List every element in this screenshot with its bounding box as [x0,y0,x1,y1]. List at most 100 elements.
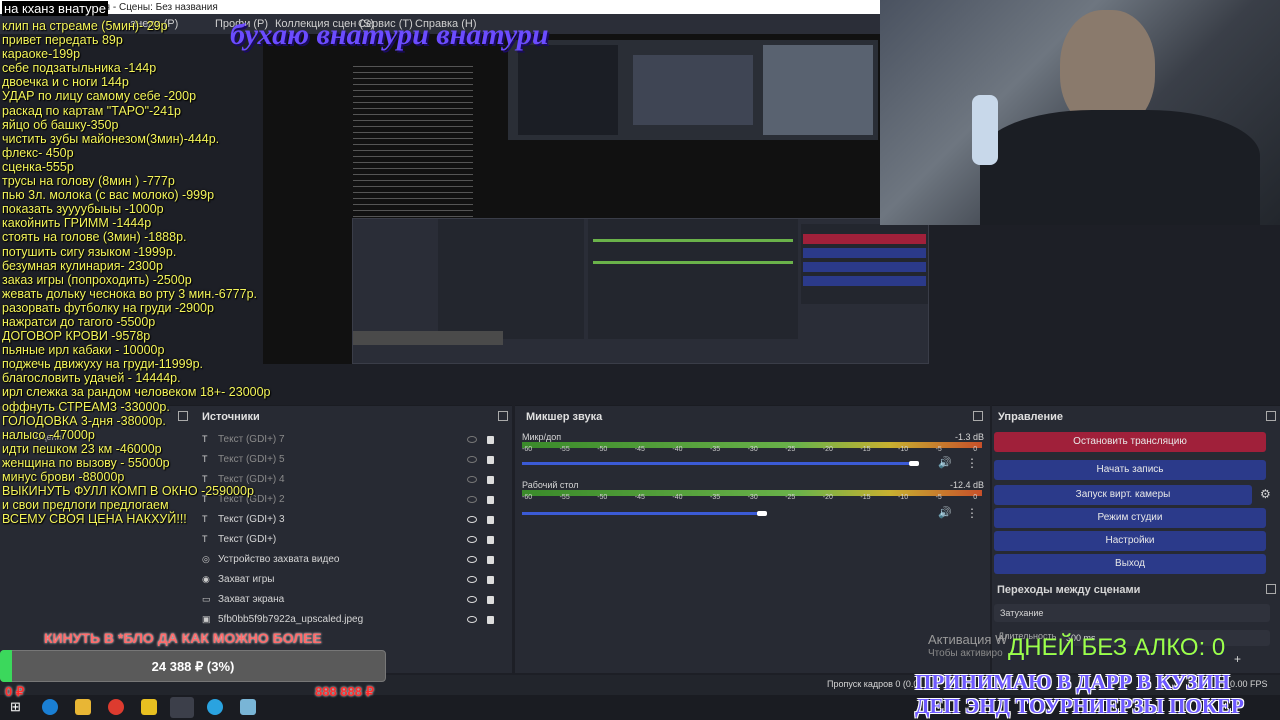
eye-icon[interactable] [467,596,477,603]
mic-volume-slider[interactable] [522,462,914,465]
lock-icon[interactable] [487,436,494,444]
lock-icon[interactable] [487,496,494,504]
price-list-item: чистить зубы майонезом(3мин)-444р. [2,131,220,146]
source-item[interactable]: ▣ 5fb0bb5f9b7922a_upscaled.jpeg [202,610,502,630]
notepad-icon[interactable] [240,699,256,715]
source-item[interactable]: ▭ Захват экрана [202,590,502,610]
telegram-icon[interactable] [207,699,223,715]
activation-subtitle: Чтобы активиро [928,648,1003,659]
desktop-more-dots-icon[interactable]: ⋮ [966,506,978,520]
studio-mode-button[interactable]: Режим студии [994,508,1266,528]
mic-volume-knob[interactable] [909,461,919,466]
desktop-speaker-icon[interactable]: 🔊 [938,506,952,519]
lock-icon[interactable] [487,536,494,544]
price-list-item: ВСЕМУ СВОЯ ЦЕНА НАКХУЙ!!! [2,512,187,527]
eye-icon[interactable] [467,516,477,523]
chrome-icon[interactable] [108,699,124,715]
source-label: 5fb0bb5f9b7922a_upscaled.jpeg [218,614,364,625]
source-item[interactable]: T Текст (GDI+) [202,530,502,550]
price-list-item: оффнуть СТРЕАМ3 -33000р. [2,399,170,414]
days-without-alcohol: ДНЕЙ БЕЗ АЛКО: 0 [1008,634,1226,661]
controls-title: Управление [998,411,1064,423]
db-tick-label: -15 [860,494,871,501]
mixer-undock-icon[interactable] [973,411,983,421]
source-label: Захват экрана [218,594,285,605]
db-tick-label: 0 [973,494,978,501]
lock-icon[interactable] [487,556,494,564]
gamepad-icon: ◉ [202,574,210,584]
transitions-undock-icon[interactable] [1266,584,1276,594]
source-label: Захват игры [218,574,275,585]
price-list-item: поджечь движуху на груди-11999р. [2,357,204,372]
price-list-item: раскад по картам "ТАРО"-241р [2,103,181,118]
donation-price-list: клип на стреаме (5мин)- 29р привет переда… [0,0,280,526]
price-list-item: сценка-555р [2,159,74,174]
eye-icon[interactable] [467,536,477,543]
price-list-item: нажратси до тагого -5500р [2,314,156,329]
start-virtual-camera-button[interactable]: Запуск вирт. камеры [994,485,1252,505]
stop-stream-button[interactable]: Остановить трансляцию [994,432,1266,452]
db-tick-label: -60 [522,446,533,453]
transitions-title: Переходы между сценами [997,584,1141,596]
db-tick-label: -20 [822,446,833,453]
eye-icon[interactable] [467,576,477,583]
exit-button[interactable]: Выход [994,554,1266,574]
mic-speaker-icon[interactable]: 🔊 [938,456,952,469]
preview-nested-overlay [518,45,618,135]
settings-button[interactable]: Настройки [994,531,1266,551]
virtual-camera-gear-icon[interactable]: ⚙ [1260,487,1271,501]
windows-start-icon[interactable]: ⊞ [10,699,26,715]
db-tick-label: -60 [522,494,533,501]
eye-hidden-icon[interactable] [467,476,477,483]
desktop-volume-slider[interactable] [522,512,762,515]
db-tick-label: -5 [935,446,942,453]
price-list-item: яйцо об башку-350р [2,117,119,132]
donate-amount: 24 388 ₽ (3%) [151,659,235,674]
transition-select[interactable]: Затухание [994,604,1270,622]
explorer-icon[interactable] [75,699,91,715]
sources-undock-icon[interactable] [498,411,508,421]
lock-icon[interactable] [487,456,494,464]
donate-max: 888 888 ₽ [315,684,374,699]
eye-icon[interactable] [467,616,477,623]
overlay-title: на кханз внатуре [2,1,108,16]
price-list-item: потушить сигу языком -1999р. [2,244,177,259]
db-tick-label: -55 [559,494,570,501]
price-list-item: показать зуууубыыы -1000р [2,202,164,217]
db-tick-label: -15 [860,446,871,453]
desktop-channel-name: Рабочий стол [522,480,579,490]
price-list-item: ГОЛОДОВКА 3-дня -38000р. [2,413,166,428]
desktop-volume-knob[interactable] [757,511,767,516]
obs-icon[interactable] [170,697,194,718]
eye-hidden-icon[interactable] [467,436,477,443]
eye-icon[interactable] [467,556,477,563]
price-list-item: пью 3л. молока (с вас молоко) -999р [2,188,215,203]
controls-undock-icon[interactable] [1266,411,1276,421]
app-icon[interactable] [141,699,157,715]
audio-mixer-dock: Микшер звука Микр/доп -1.3 dB -60 -55 -50-… [515,405,990,673]
webcam-microphone [972,95,998,165]
price-list-item: какойнить ГРИММ -1444р [2,216,152,231]
source-item[interactable]: ◉ Захват игры [202,570,502,590]
price-list-item: стоять на голове (3мин) -1888р. [2,230,187,245]
edge-icon[interactable] [42,699,58,715]
lock-icon[interactable] [487,576,494,584]
eye-hidden-icon[interactable] [467,456,477,463]
mic-more-dots-icon[interactable]: ⋮ [966,456,978,470]
start-recording-button[interactable]: Начать запись [994,460,1266,480]
eye-hidden-icon[interactable] [467,496,477,503]
db-tick-label: -5 [935,494,942,501]
source-item[interactable]: ◎ Устройство захвата видео [202,550,502,570]
lock-icon[interactable] [487,476,494,484]
lock-icon[interactable] [487,616,494,624]
db-tick-label: -45 [634,446,645,453]
lock-icon[interactable] [487,596,494,604]
price-list-item: УДАР по лицу самому себе -200р [2,89,197,104]
add-transition-icon[interactable]: + [1234,652,1241,666]
webcam-body [980,110,1260,225]
price-list-item: трусы на голову (8мин ) -777р [2,174,175,189]
lock-icon[interactable] [487,516,494,524]
accept-line-1: ПРИНИМАЮ В ДАРР В КУЗИН [915,670,1230,694]
price-list-item: жевать дольку чеснока во рту 3 мин.-6777… [2,286,258,301]
activation-title: Активация W [928,632,1008,647]
